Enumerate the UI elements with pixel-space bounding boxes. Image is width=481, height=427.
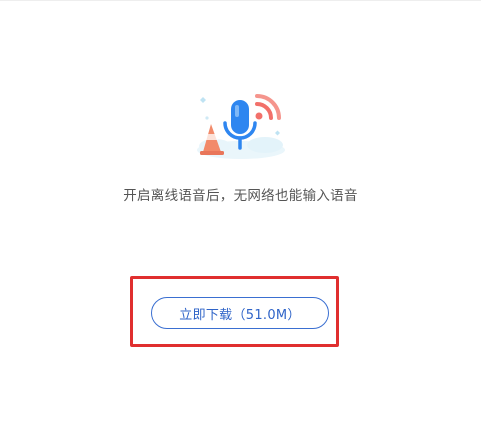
offline-voice-description: 开启离线语音后，无网络也能输入语音	[123, 188, 358, 204]
top-divider	[0, 0, 481, 1]
offline-voice-illustration	[185, 88, 295, 166]
download-button[interactable]: 立即下载（51.0M）	[151, 297, 329, 329]
microphone-icon	[197, 94, 285, 159]
